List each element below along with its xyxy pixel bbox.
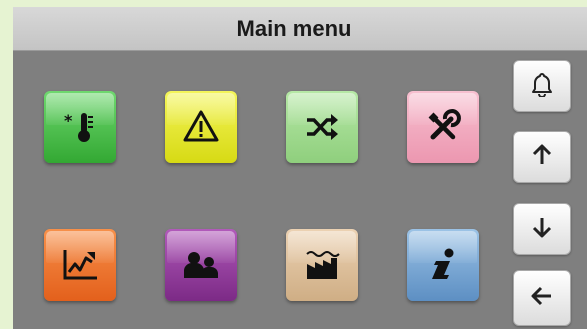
scroll-down-button[interactable] [513, 203, 571, 255]
back-button[interactable] [513, 270, 571, 326]
info-button[interactable] [407, 229, 479, 301]
title-bar: Main menu [13, 7, 587, 51]
hmi-screen: Main menu * [13, 7, 587, 329]
warning-triangle-icon [180, 106, 222, 148]
scroll-up-button[interactable] [513, 131, 571, 183]
users-icon [180, 244, 222, 286]
temperature-button[interactable]: * [44, 91, 116, 163]
factory-icon [301, 244, 343, 286]
thermometer-icon: * [59, 106, 101, 148]
bell-icon [529, 71, 555, 102]
info-icon [422, 244, 464, 286]
trend-chart-icon [59, 244, 101, 286]
alarm-bell-button[interactable] [513, 60, 571, 112]
arrow-down-icon [529, 214, 555, 245]
trend-button[interactable] [44, 229, 116, 301]
arrow-up-icon [529, 142, 555, 173]
page-title: Main menu [236, 15, 352, 41]
shuffle-icon [301, 106, 343, 148]
users-button[interactable] [165, 229, 237, 301]
arrow-left-icon [529, 283, 555, 314]
service-button[interactable] [407, 91, 479, 163]
plant-button[interactable] [286, 229, 358, 301]
svg-text:*: * [64, 111, 73, 130]
alarm-button[interactable] [165, 91, 237, 163]
tools-icon [422, 106, 464, 148]
mode-button[interactable] [286, 91, 358, 163]
